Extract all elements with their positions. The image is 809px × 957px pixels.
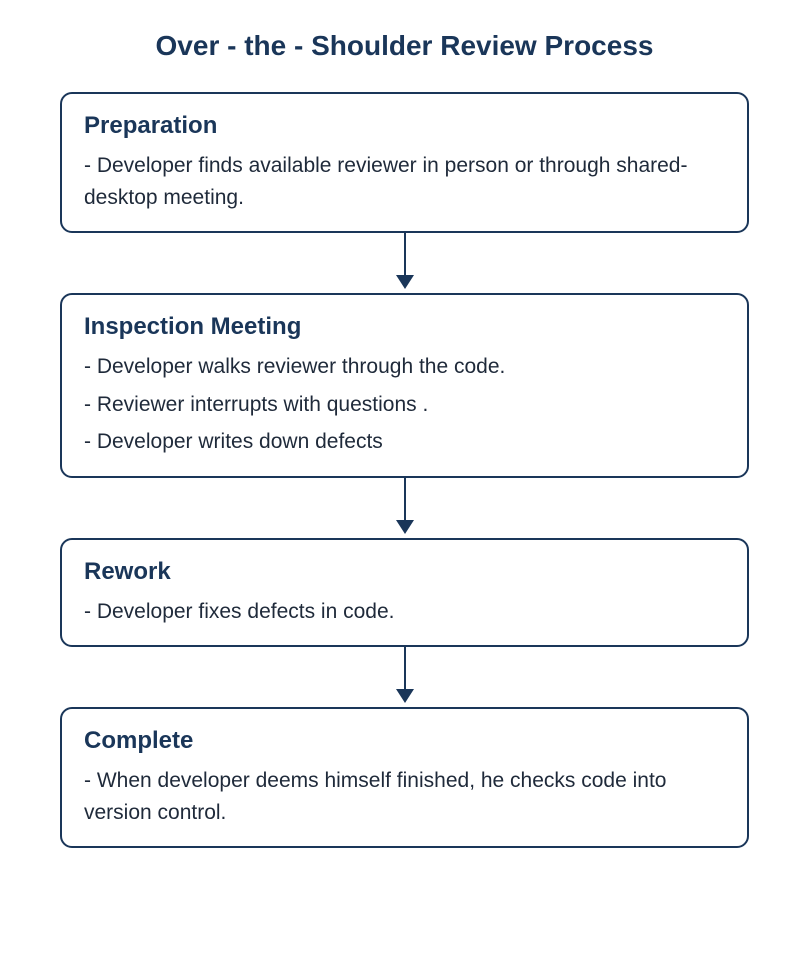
step-title: Inspection Meeting	[84, 313, 725, 341]
arrow-down-icon	[396, 647, 414, 707]
step-complete: Complete - When developer deems himself …	[60, 707, 749, 848]
step-rework: Rework - Developer fixes defects in code…	[60, 538, 749, 648]
step-title: Preparation	[84, 112, 725, 140]
step-items: - Developer fixes defects in code.	[84, 596, 725, 628]
flowchart: Preparation - Developer finds available …	[60, 92, 749, 848]
arrow-down-icon	[396, 478, 414, 538]
step-item: - Developer walks reviewer through the c…	[84, 351, 725, 383]
step-title: Rework	[84, 558, 725, 586]
step-items: - Developer walks reviewer through the c…	[84, 351, 725, 458]
step-preparation: Preparation - Developer finds available …	[60, 92, 749, 233]
arrow-down-icon	[396, 233, 414, 293]
step-items: - Developer finds available reviewer in …	[84, 150, 725, 213]
step-item: - Reviewer interrupts with questions .	[84, 389, 725, 421]
step-item: - Developer writes down defects	[84, 426, 725, 458]
step-title: Complete	[84, 727, 725, 755]
step-items: - When developer deems himself finished,…	[84, 765, 725, 828]
step-item: - When developer deems himself finished,…	[84, 765, 725, 828]
step-item: - Developer fixes defects in code.	[84, 596, 725, 628]
step-item: - Developer finds available reviewer in …	[84, 150, 725, 213]
diagram-title: Over - the - Shoulder Review Process	[60, 30, 749, 62]
step-inspection-meeting: Inspection Meeting - Developer walks rev…	[60, 293, 749, 478]
